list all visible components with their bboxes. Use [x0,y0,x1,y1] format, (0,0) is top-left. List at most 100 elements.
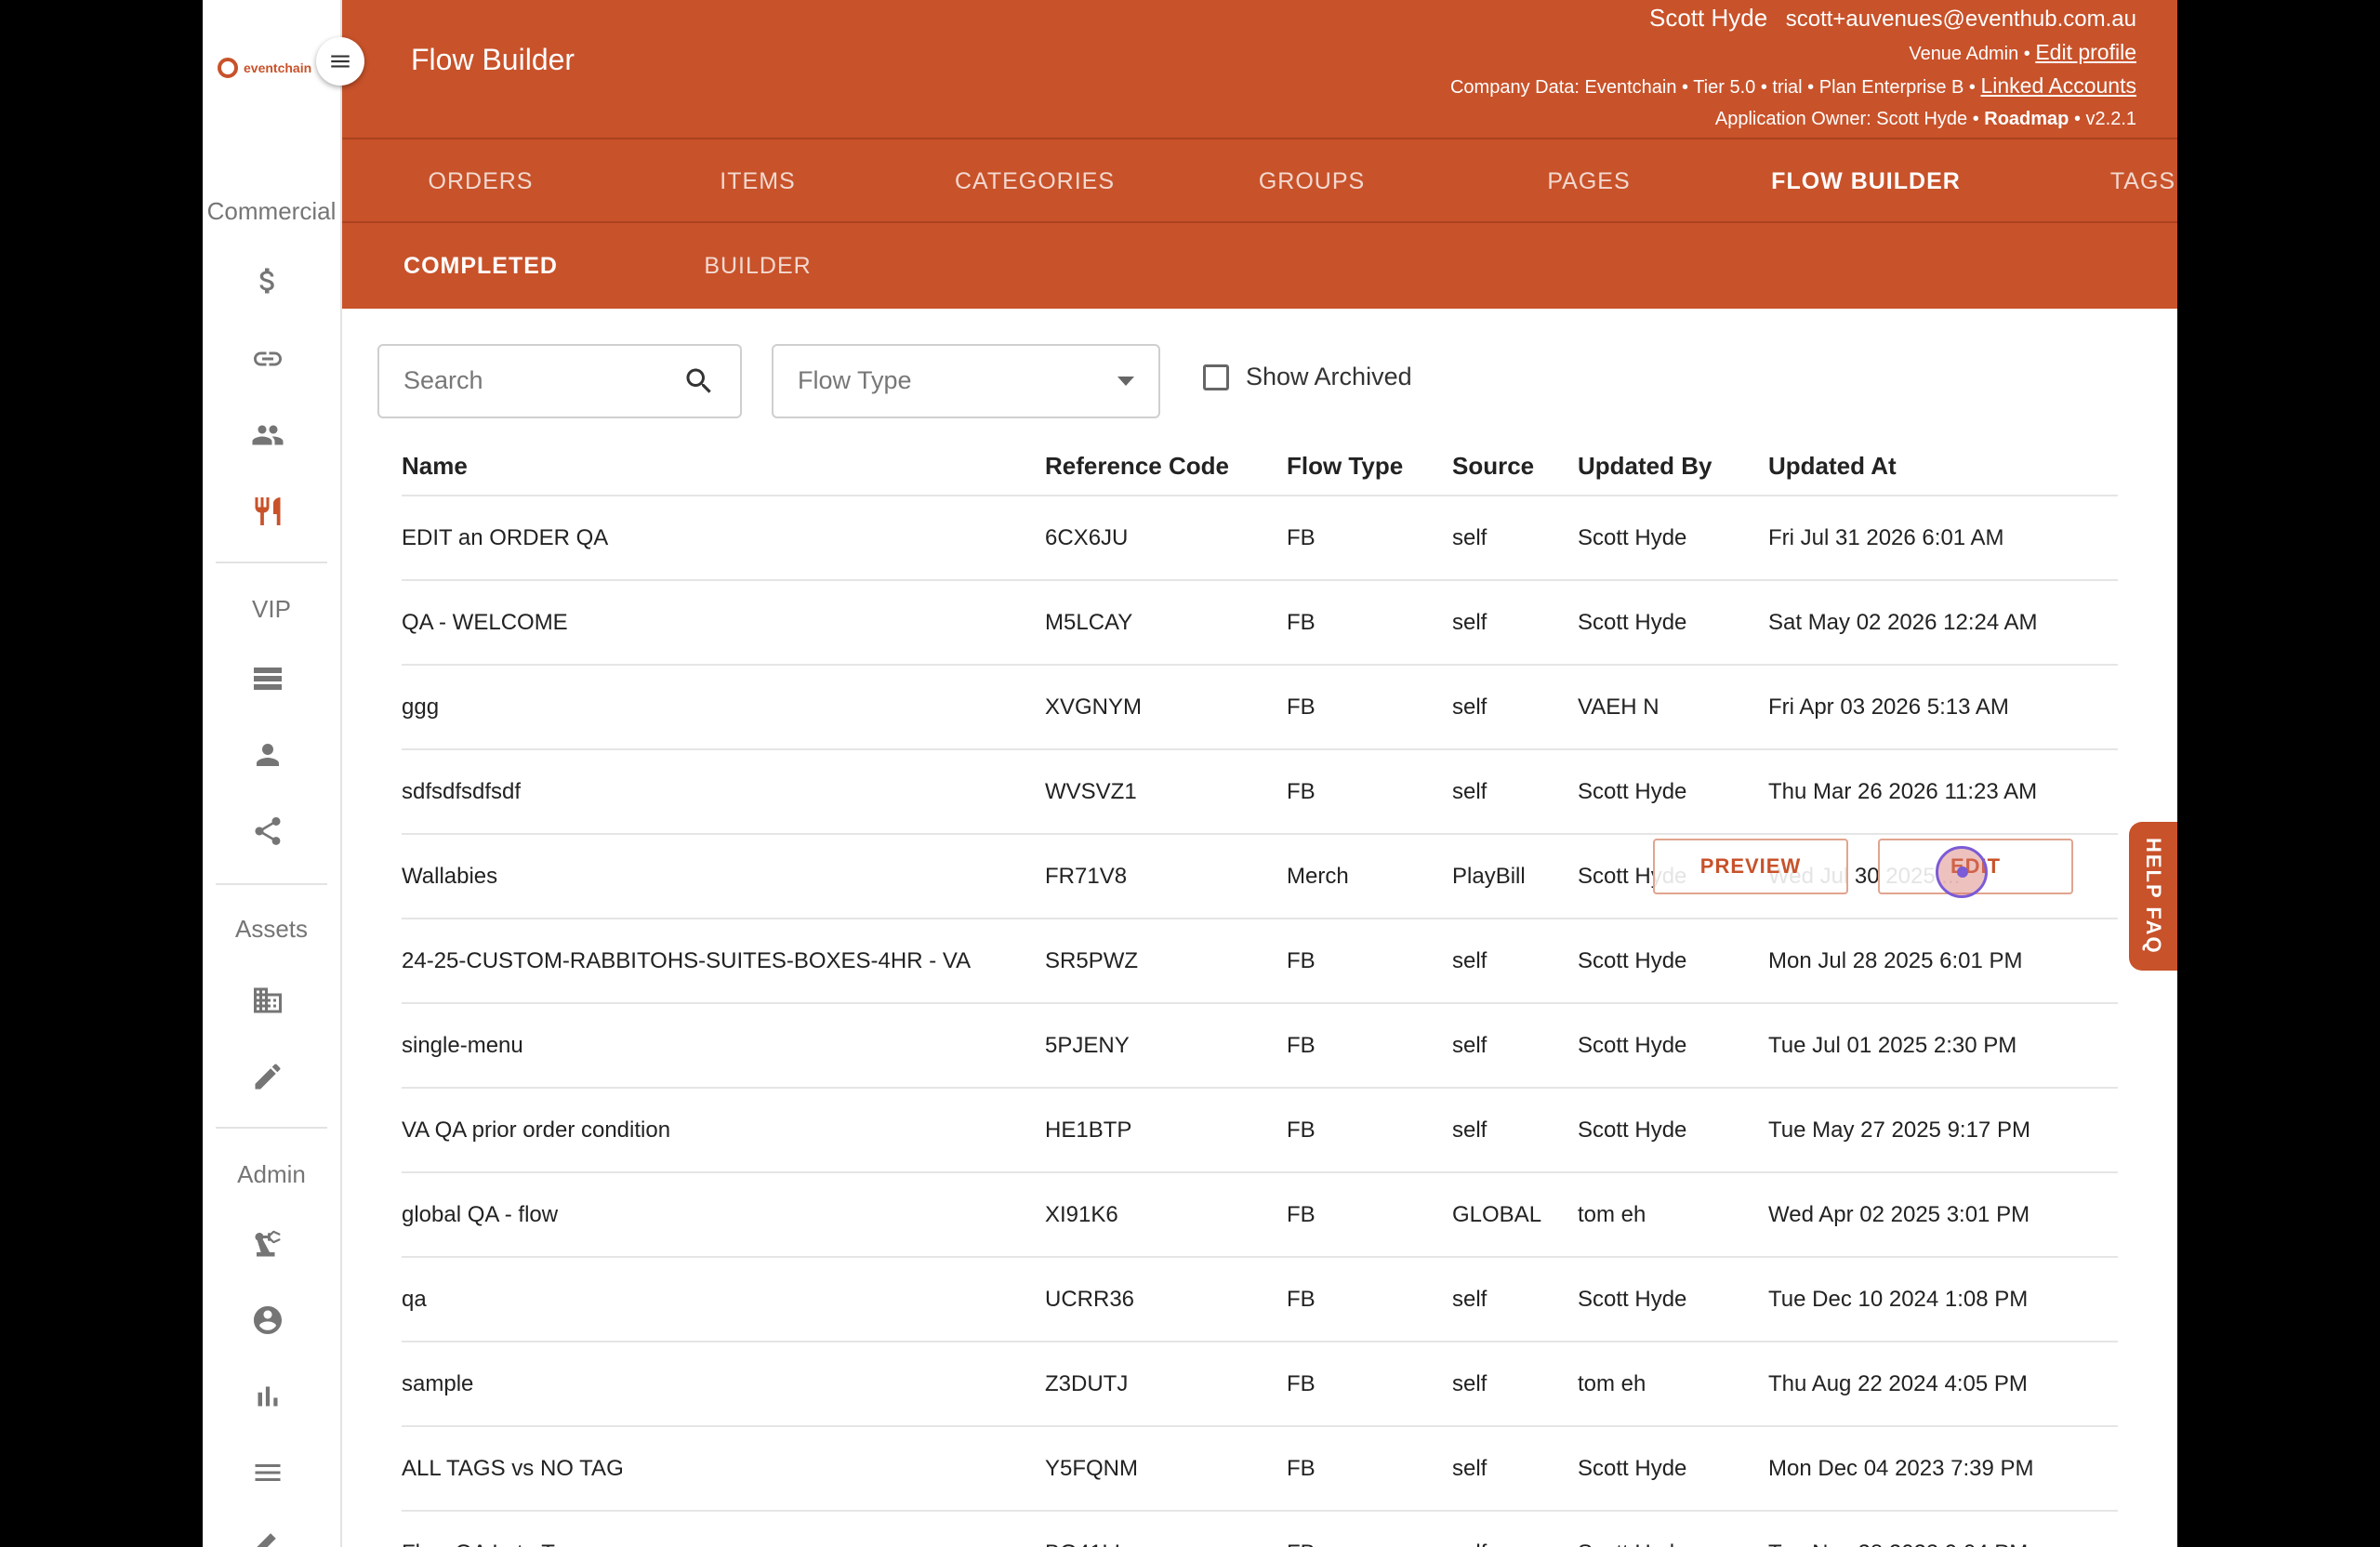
cell-name: global QA - flow [402,1201,559,1227]
search-input[interactable]: Search [377,344,742,418]
show-archived-label: Show Archived [1246,363,1412,390]
menu-toggle-button[interactable] [316,37,364,86]
building-icon[interactable] [244,976,292,1025]
sidebar: eventchain Commercial VIP Assets Admin [203,0,342,1547]
cell-updated-by: Scott Hyde [1578,1032,1687,1058]
cell-updated-at: Sat May 02 2026 12:24 AM [1768,609,2038,635]
table-row[interactable]: qa UCRR36 FB self Scott Hyde Tue Dec 10 2024 … [402,1258,2118,1342]
show-archived-checkbox[interactable] [1203,364,1229,390]
cell-reference-code: Z3DUTJ [1045,1370,1129,1396]
cell-source: self [1452,1286,1488,1312]
table-row[interactable]: global QA - flow XI91K6 FB GLOBAL tom eh Wed … [402,1173,2118,1258]
subtab-builder[interactable]: BUILDER [619,223,896,309]
cell-updated-by: Scott Hyde [1578,1512,1686,1547]
header-reference-code[interactable]: Reference Code [1045,437,1229,495]
table-row[interactable]: sample Z3DUTJ FB self tom eh Thu Aug 22 2024 … [402,1342,2118,1427]
cell-name: EDIT an ORDER QA [402,524,609,550]
restaurant-icon[interactable] [244,487,292,536]
show-archived-toggle[interactable]: Show Archived [1203,363,1412,391]
app-window: eventchain Commercial VIP Assets Admin F… [203,0,2177,1547]
table-row[interactable]: ggg XVGNYM FB self VAEH N Fri Apr 03 2026 5:1… [402,666,2118,750]
subtab-completed[interactable]: COMPLETED [342,223,619,309]
user-info: Scott Hyde scott+auvenues@eventhub.com.a… [1449,4,2136,129]
cell-reference-code: M5LCAY [1045,609,1133,635]
cell-reference-code: XVGNYM [1045,694,1143,720]
cell-flow-type: Merch [1287,863,1349,889]
account-circle-icon[interactable] [244,1296,292,1344]
table-row[interactable]: single-menu 5PJENY FB self Scott Hyde Tue Jul… [402,1004,2118,1089]
header-source[interactable]: Source [1452,437,1534,495]
help-faq-tab[interactable]: HELP FAQ [2129,822,2177,971]
tab-flow-builder[interactable]: FLOW BUILDER [1727,139,2004,223]
logo-icon [218,58,238,78]
pencil-icon[interactable] [244,1052,292,1101]
person-icon[interactable] [244,731,292,779]
page-title: Flow Builder [411,43,575,76]
header-updated-by[interactable]: Updated By [1578,437,1712,495]
section-vip: VIP [252,595,291,623]
cell-flow-type: FB [1287,778,1316,804]
cell-name: 24-25-CUSTOM-RABBITOHS-SUITES-BOXES-4HR … [402,947,972,973]
storage-icon[interactable] [244,654,292,703]
preview-button[interactable]: PREVIEW [1653,839,1848,894]
row-actions: PREVIEW EDIT [1653,839,2073,896]
cell-flow-type: FB [1287,524,1316,550]
brand-logo[interactable]: eventchain [218,58,311,78]
cell-name: ggg [402,694,440,720]
user-role: Venue Admin [1909,44,2019,64]
dollar-icon[interactable] [244,257,292,305]
flow-type-select[interactable]: Flow Type [772,344,1160,418]
link-icon[interactable] [244,335,292,383]
cell-reference-code: WVSVZ1 [1045,778,1137,804]
table-row[interactable]: VA QA prior order condition HE1BTP FB self S… [402,1089,2118,1173]
table-row[interactable]: ALL TAGS vs NO TAG Y5FQNM FB self Scott Hyde… [402,1427,2118,1512]
tab-items[interactable]: ITEMS [619,139,896,223]
table-row[interactable]: sdfsdfsdfsdf WVSVZ1 FB self Scott Hyde Thu Ma… [402,750,2118,835]
cell-reference-code: XI91K6 [1045,1201,1118,1227]
cell-updated-by: Scott Hyde [1578,1117,1687,1143]
roadmap-link[interactable]: Roadmap [1984,109,2069,129]
cell-name: Wallabies [402,863,498,889]
cell-updated-at: Tue May 27 2025 9:17 PM [1768,1117,2030,1143]
cell-flow-type: FB [1287,1201,1316,1227]
edit-profile-link[interactable]: Edit profile [2035,40,2136,64]
cell-updated-at: Mon Jul 28 2025 6:01 PM [1768,947,2023,973]
cell-name: single-menu [402,1032,523,1058]
bar-chart-icon[interactable] [244,1372,292,1421]
header-name[interactable]: Name [402,437,468,495]
cell-name: QA - WELCOME [402,609,568,635]
share-icon[interactable] [244,807,292,855]
cell-updated-at: Fri Jul 31 2026 6:01 AM [1768,524,2004,550]
table-row[interactable]: 24-25-CUSTOM-RABBITOHS-SUITES-BOXES-4HR … [402,919,2118,1004]
people-icon[interactable] [244,411,292,459]
hamburger-icon [331,55,350,68]
search-icon[interactable] [682,364,716,398]
cell-reference-code: UCRR36 [1045,1286,1135,1312]
linked-accounts-link[interactable]: Linked Accounts [1980,73,2136,98]
cell-updated-at: Wed Apr 02 2025 3:01 PM [1768,1201,2030,1227]
cell-updated-at: Tue Dec 10 2024 1:08 PM [1768,1286,2029,1312]
edit-tool-icon[interactable] [244,1517,292,1547]
cell-updated-by: Scott Hyde [1578,947,1687,973]
tab-pages[interactable]: PAGES [1450,139,1727,223]
tab-tags[interactable]: TAGS [2004,139,2177,223]
tab-groups[interactable]: GROUPS [1173,139,1450,223]
header-flow-type[interactable]: Flow Type [1287,437,1403,495]
tab-orders[interactable]: ORDERS [342,139,619,223]
table-row[interactable]: EDIT an ORDER QA 6CX6JU FB self Scott Hyde Fr… [402,496,2118,581]
sidebar-divider [216,1127,327,1129]
help-faq-label: HELP FAQ [2142,838,2165,955]
cell-source: self [1452,609,1488,635]
cell-reference-code: HE1BTP [1045,1117,1132,1143]
tab-categories[interactable]: CATEGORIES [896,139,1173,223]
precision-tool-icon[interactable] [244,1220,292,1268]
cell-updated-by: Scott Hyde [1578,524,1687,550]
table-row[interactable]: QA - WELCOME M5LCAY FB self Scott Hyde Sat Ma… [402,581,2118,666]
cell-reference-code: Y5FQNM [1045,1455,1139,1481]
user-name: Scott Hyde [1648,4,1768,32]
menu-lines-icon[interactable] [244,1448,292,1497]
table-header: Name Reference Code Flow Type Source Upd… [402,437,2118,496]
header-updated-at[interactable]: Updated At [1768,437,1897,495]
table-row[interactable]: Flow QA Late Tag BG41LL FB self Scott Hyde Tu… [402,1512,2118,1547]
cell-updated-by: Scott Hyde [1578,778,1687,804]
